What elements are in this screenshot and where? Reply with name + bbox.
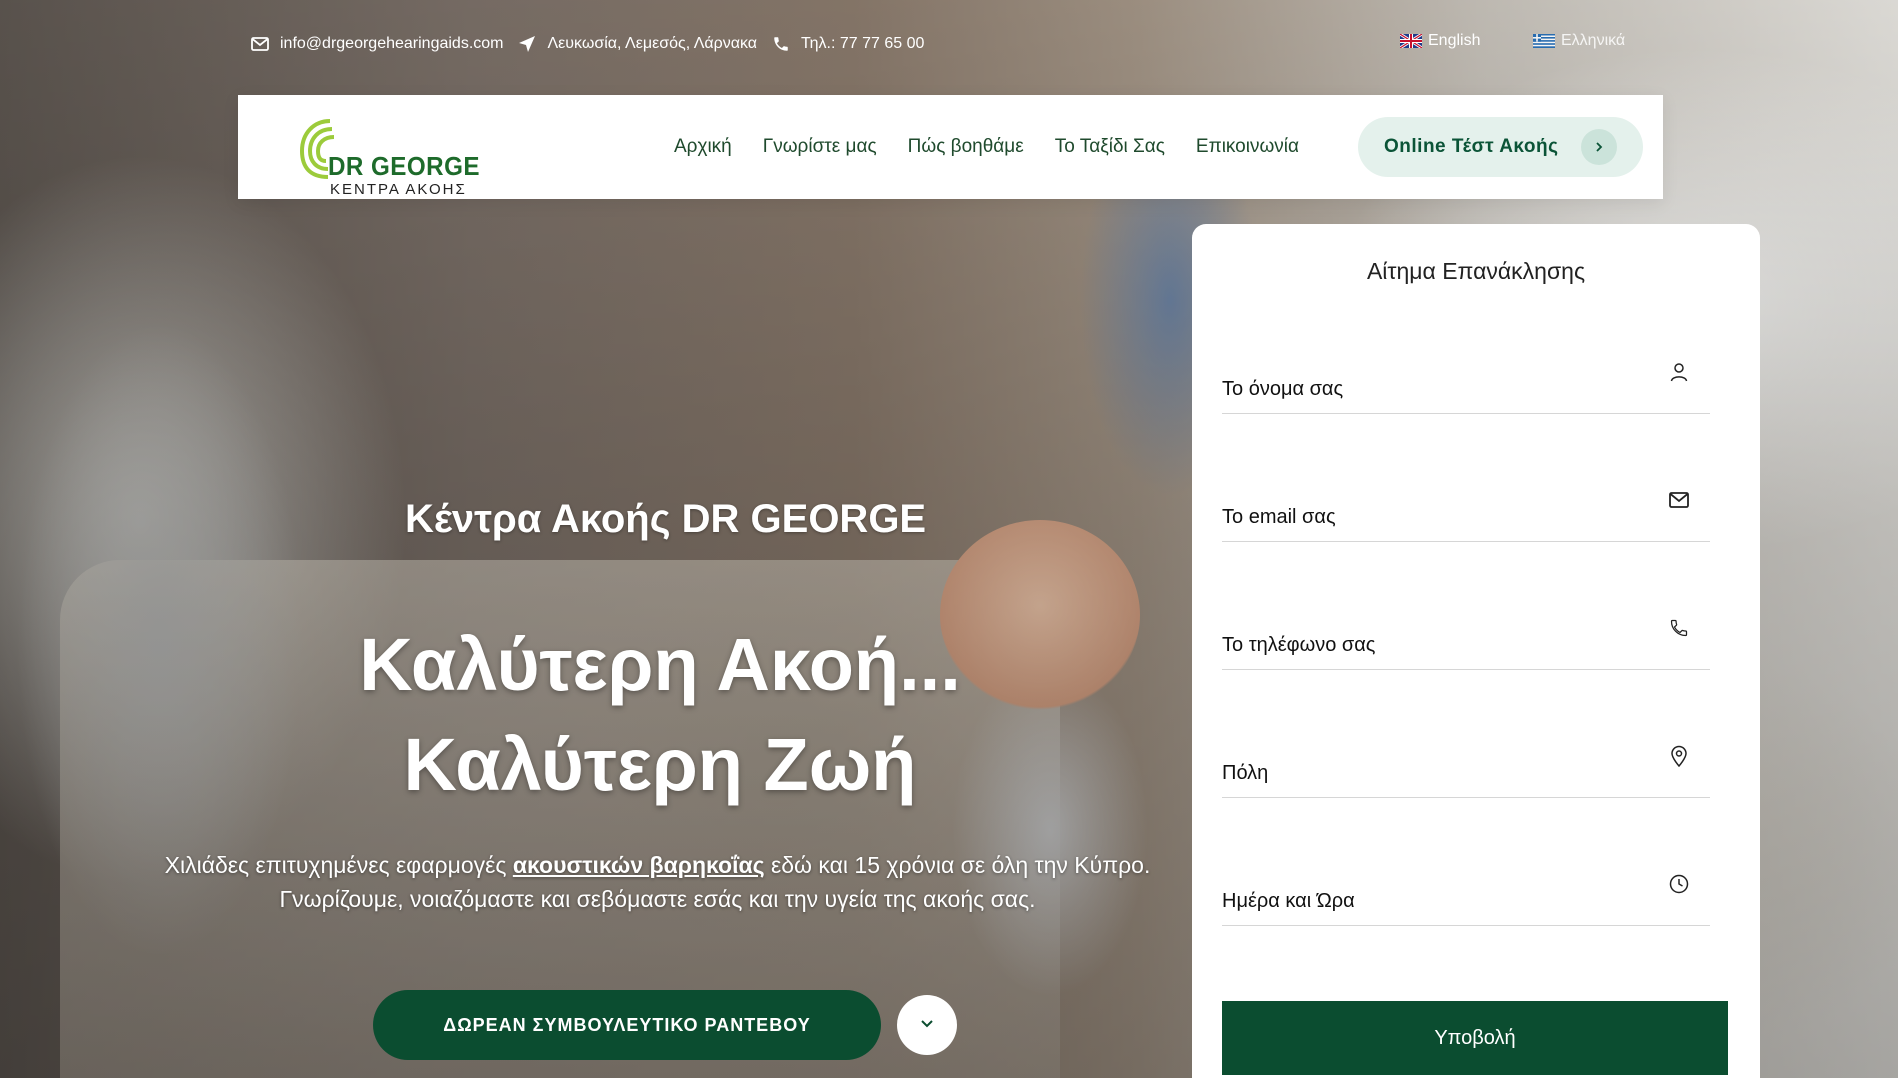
clock-icon (1668, 873, 1690, 895)
location-text: Λευκωσία, Λεμεσός, Λάρνακα (547, 35, 758, 52)
logo-title: DR GEORGE (328, 151, 480, 181)
form-title: Αίτημα Επανάκλησης (1366, 258, 1586, 284)
nav-item-home[interactable]: Αρχική (674, 136, 732, 158)
map-pin-icon (1668, 745, 1690, 767)
nav-item-how-we-help[interactable]: Πώς βοηθάμε (908, 136, 1024, 158)
hero-title-line2: Καλύτερη Ζωή (403, 723, 917, 806)
phone-icon (1668, 617, 1690, 639)
free-consultation-button[interactable]: ΔΩΡΕΑΝ ΣΥΜΒΟΥΛΕΥΤΙΚΟ ΡΑΝΤΕΒΟΥ (373, 990, 881, 1060)
nav-item-about[interactable]: Γνωρίστε μας (763, 136, 877, 158)
lang-greek-label: Ελληνικά (1561, 32, 1626, 49)
datetime-field[interactable]: Ημέρα και Ώρα (1222, 846, 1710, 926)
email-link[interactable]: info@drgeorgehearingaids.com (250, 34, 503, 54)
chevron-right-icon (1581, 129, 1617, 165)
lang-english[interactable]: English (1399, 32, 1481, 50)
email-field-label: Το email σας (1222, 506, 1336, 528)
location-arrow-icon (517, 34, 537, 54)
phone-link[interactable]: Τηλ.: 77 77 65 00 (771, 34, 924, 54)
chevron-down-icon (920, 1016, 934, 1034)
phone-text: Τηλ.: 77 77 65 00 (801, 35, 925, 52)
location-info: Λευκωσία, Λεμεσός, Λάρνακα (517, 34, 757, 54)
envelope-icon (250, 34, 270, 54)
hero-title: Καλύτερη Ακοή... Καλύτερη Ζωή (300, 615, 1020, 815)
hearing-aids-link[interactable]: ακουστικών βαρηκοΐας (513, 852, 765, 878)
site-logo[interactable]: DR GEORGE ΚΕΝΤΡΑ ΑΚΟΗΣ (288, 107, 480, 198)
nav-item-journey[interactable]: Το Ταξίδι Σας (1055, 136, 1165, 158)
hero-desc-before: Χιλιάδες επιτυχημένες εφαρμογές (164, 852, 513, 878)
submit-button[interactable]: Υποβολή (1222, 1001, 1728, 1075)
main-navbar: DR GEORGE ΚΕΝΤΡΑ ΑΚΟΗΣ Αρχική Γνωρίστε μ… (238, 95, 1663, 199)
hero-title-line1: Καλύτερη Ακοή... (359, 623, 961, 706)
datetime-field-label: Ημέρα και Ώρα (1222, 890, 1355, 912)
name-field-label: Το όνομα σας (1222, 378, 1344, 400)
greek-flag-icon (1533, 34, 1555, 48)
city-field[interactable]: Πόλη (1222, 718, 1710, 798)
phone-field[interactable]: Το τηλέφωνο σας (1222, 590, 1710, 670)
top-info-bar: info@drgeorgehearingaids.com Λευκωσία, Λ… (250, 28, 1688, 60)
email-text: info@drgeorgehearingaids.com (280, 35, 504, 52)
hero-subtitle: Κέντρα Ακοής DR GEORGE (405, 497, 927, 541)
nav-item-contact[interactable]: Επικοινωνία (1196, 136, 1299, 158)
uk-flag-icon (1399, 32, 1423, 50)
lang-greek[interactable]: Ελληνικά (1533, 32, 1625, 50)
callback-form: Αίτημα Επανάκλησης Το όνομα σας Το email… (1192, 224, 1760, 1078)
name-field[interactable]: Το όνομα σας (1222, 334, 1710, 414)
envelope-icon (1668, 489, 1690, 511)
online-hearing-test-label: Online Τέστ Ακοής (1384, 136, 1559, 157)
online-hearing-test-button[interactable]: Online Τέστ Ακοής (1358, 117, 1643, 177)
scroll-down-button[interactable] (897, 995, 957, 1055)
phone-icon (771, 34, 791, 54)
primary-nav: Αρχική Γνωρίστε μας Πώς βοηθάμε Το Ταξίδ… (674, 95, 1330, 199)
logo-subtitle: ΚΕΝΤΡΑ ΑΚΟΗΣ (330, 181, 467, 198)
email-field[interactable]: Το email σας (1222, 462, 1710, 542)
lang-english-label: English (1428, 32, 1481, 49)
phone-field-label: Το τηλέφωνο σας (1222, 634, 1376, 656)
user-icon (1668, 361, 1690, 383)
hero-description: Χιλιάδες επιτυχημένες εφαρμογές ακουστικ… (160, 848, 1155, 916)
city-field-label: Πόλη (1222, 762, 1269, 784)
